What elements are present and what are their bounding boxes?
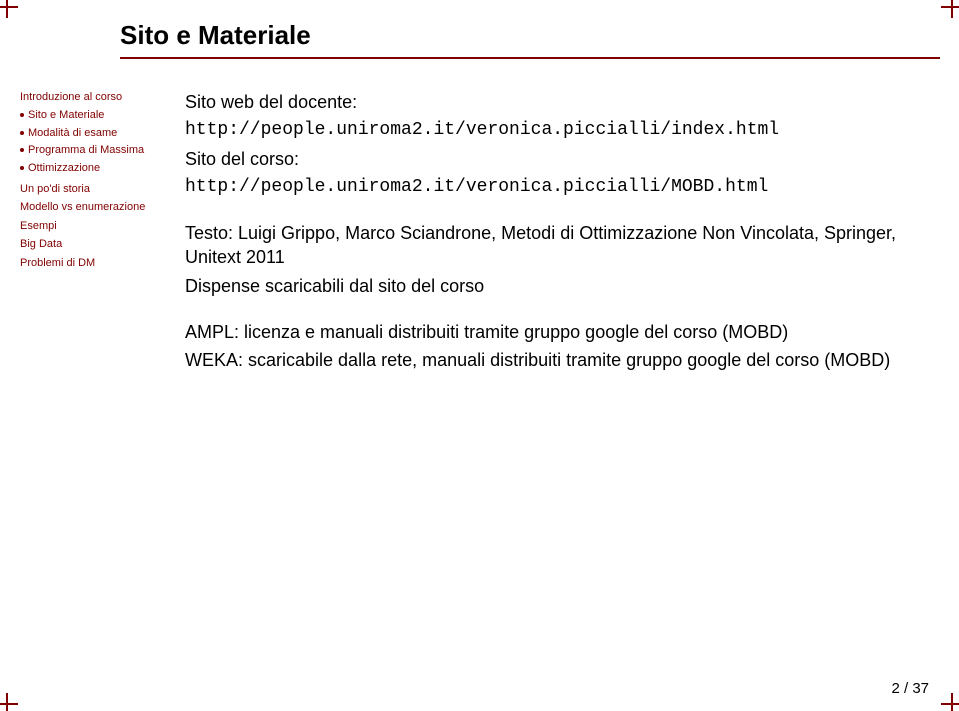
nav-introduzione[interactable]: Introduzione al corso [20,90,155,105]
nav-storia[interactable]: Un po'di storia [20,182,155,197]
course-url[interactable]: http://people.uniroma2.it/veronica.picci… [185,175,919,199]
nav-modalita-esame[interactable]: Modalità di esame [20,126,155,141]
handouts-info: Dispense scaricabili dal sito del corso [185,274,919,298]
textbook-info: Testo: Luigi Grippo, Marco Sciandrone, M… [185,221,919,270]
nav-esempi[interactable]: Esempi [20,219,155,234]
nav-big-data[interactable]: Big Data [20,237,155,252]
weka-info: WEKA: scaricabile dalla rete, manuali di… [185,348,919,372]
course-label: Sito del corso: [185,147,919,171]
sidebar-nav: Introduzione al corso Sito e Materiale M… [10,90,155,701]
ampl-info: AMPL: licenza e manuali distribuiti tram… [185,320,919,344]
nav-problemi-dm[interactable]: Problemi di DM [20,256,155,271]
page-title: Sito e Materiale [120,20,940,59]
nav-modello-enum[interactable]: Modello vs enumerazione [20,200,155,215]
site-label: Sito web del docente: [185,90,919,114]
nav-ottimizzazione[interactable]: Ottimizzazione [20,161,155,176]
page-number: 2 / 37 [891,680,929,697]
nav-sito-materiale[interactable]: Sito e Materiale [20,108,155,123]
nav-programma[interactable]: Programma di Massima [20,143,155,158]
site-url[interactable]: http://people.uniroma2.it/veronica.picci… [185,118,919,142]
main-content: Sito web del docente: http://people.unir… [155,90,949,701]
